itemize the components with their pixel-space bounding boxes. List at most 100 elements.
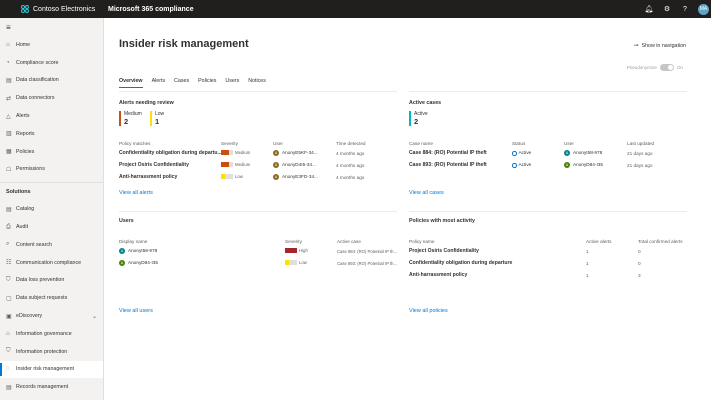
table-row[interactable]: A AnonyI58-978 High Case 884: (RO) Potentia…: [119, 245, 397, 257]
pseudonymize-toggle[interactable]: [659, 64, 674, 71]
table-row[interactable]: Case 884: (RO) Potential IP theft Active A…: [409, 147, 687, 159]
column-header[interactable]: Severity: [285, 239, 337, 244]
sidebar-item-communication-compliance[interactable]: ☷ Communication compliance: [0, 254, 103, 272]
severity-label: Medium: [235, 162, 251, 168]
column-header[interactable]: Policy matches: [119, 141, 221, 146]
app-name[interactable]: Microsoft 365 compliance: [108, 6, 194, 13]
sidebar-item-records-management[interactable]: ▤ Records management: [0, 378, 103, 396]
sidebar-item-data-loss-prevention[interactable]: ⛉ Data loss prevention: [0, 272, 103, 290]
table-row[interactable]: A AnonyD84-I35 Low Case 893: (RO) Potential…: [119, 257, 397, 269]
chevron-down-icon[interactable]: ⌄: [92, 313, 97, 320]
view-all-alerts-link[interactable]: View all alerts: [119, 190, 153, 196]
column-header[interactable]: User: [564, 141, 627, 146]
tab-cases[interactable]: Cases: [174, 78, 189, 88]
severity-indicator: Medium: [221, 162, 250, 167]
tab-overview[interactable]: Overview: [119, 78, 143, 88]
display-name-cell[interactable]: A AnonyI58-978: [119, 248, 285, 254]
time-detected: 4 months ago: [336, 150, 365, 156]
sidebar-item-information-protection[interactable]: ⛉ Information protection: [0, 343, 103, 361]
alerts-table: Policy matches Severity User Time detected C…: [119, 139, 397, 183]
bell-icon[interactable]: 🔔︎: [640, 0, 658, 18]
sidebar-item-ediscovery[interactable]: ▣ eDiscovery ⌄: [0, 307, 103, 325]
insider-risk-management-icon: ◌: [6, 366, 10, 373]
view-all-cases-link[interactable]: View all cases: [409, 190, 444, 196]
sidebar-item-permissions[interactable]: ☖ Permissions: [0, 161, 103, 179]
tab-policies[interactable]: Policies: [198, 78, 216, 88]
column-header[interactable]: Active alerts: [586, 239, 638, 244]
sidebar-item-data-connectors[interactable]: ⇄ Data connectors: [0, 89, 103, 107]
column-header[interactable]: Severity: [221, 141, 273, 146]
column-header[interactable]: Policy name: [409, 239, 586, 244]
sidebar-item-label: Audit: [16, 224, 29, 231]
table-row[interactable]: Anti-harrassment policy Low A AnonyE3FD-34.…: [119, 171, 397, 183]
display-name-cell[interactable]: A AnonyD84-I35: [119, 260, 285, 266]
severity-bar: [225, 174, 229, 179]
sidebar-item-catalog[interactable]: ▤ Catalog: [0, 200, 103, 218]
sidebar-item-home[interactable]: ⌂ Home: [0, 36, 103, 54]
column-header[interactable]: Last updated: [627, 141, 687, 146]
table-row[interactable]: Case 893: (RO) Potential IP theft Active A…: [409, 159, 687, 171]
sidebar-item-label: Policies: [16, 148, 35, 155]
column-header[interactable]: User: [273, 141, 336, 146]
sidebar-item-data-classification[interactable]: ▤ Data classification: [0, 72, 103, 90]
column-header[interactable]: Total confirmed alerts: [638, 239, 687, 244]
column-header[interactable]: Status: [512, 141, 564, 146]
medium-alerts-metric[interactable]: Medium 2: [119, 111, 142, 126]
show-in-navigation-button[interactable]: ⊸ Show in navigation: [634, 42, 687, 50]
policy-name[interactable]: Anti-harrassment policy: [409, 272, 586, 278]
hamburger-icon[interactable]: ≡: [0, 18, 103, 36]
table-row[interactable]: Project Osiris Confidentiality 1 0: [409, 245, 687, 257]
content-search-icon: ⌕: [6, 241, 10, 248]
policy-match[interactable]: Confidentiality obligation during depart…: [119, 150, 221, 156]
policy-name[interactable]: Project Osiris Confidentiality: [409, 248, 586, 254]
sidebar-item-label: Data loss prevention: [16, 277, 65, 284]
column-header[interactable]: Case name: [409, 141, 512, 146]
policy-name[interactable]: Confidentiality obligation during depart…: [409, 260, 586, 266]
sidebar-item-content-search[interactable]: ⌕ Content search: [0, 236, 103, 254]
active-cases-metric[interactable]: Active 2: [409, 111, 428, 126]
column-header[interactable]: Active case: [337, 239, 397, 244]
column-header[interactable]: Time detected: [336, 141, 397, 146]
case-name[interactable]: Case 884: (RO) Potential IP theft: [409, 150, 512, 156]
active-alerts-count: 1: [586, 272, 589, 278]
sidebar-item-information-governance[interactable]: ⌂ Information governance: [0, 325, 103, 343]
gear-icon[interactable]: ⚙: [658, 0, 676, 18]
policy-match[interactable]: Project Osiris Confidentiality: [119, 162, 221, 168]
help-icon[interactable]: ?: [676, 0, 694, 18]
sidebar-item-audit[interactable]: ⎙ Audit: [0, 218, 103, 236]
table-row[interactable]: Project Osiris Confidentiality Medium A Ano…: [119, 159, 397, 171]
active-case[interactable]: Case 893: (RO) Potential IP th...: [337, 261, 397, 266]
tab-alerts[interactable]: Alerts: [152, 78, 166, 88]
sidebar-item-alerts[interactable]: △ Alerts: [0, 107, 103, 125]
user-avatar[interactable]: MA: [698, 3, 709, 15]
data-loss-prevention-icon: ⛉: [6, 276, 11, 283]
org-logo[interactable]: Contoso Electronics: [0, 0, 104, 18]
tab-notices[interactable]: Notices: [248, 78, 266, 88]
user-avatar: A: [564, 150, 570, 156]
table-row[interactable]: Anti-harrassment policy 1 3: [409, 269, 687, 281]
view-all-users-link[interactable]: View all users: [119, 308, 153, 314]
table-row[interactable]: Confidentiality obligation during depart…: [409, 257, 687, 269]
severity-bars: [285, 260, 297, 265]
user-cell: A AnonyI58-978: [564, 150, 627, 156]
low-alerts-metric[interactable]: Low 1: [150, 111, 164, 126]
column-header[interactable]: Display name: [119, 239, 285, 244]
ediscovery-icon: ▣: [6, 313, 12, 320]
sidebar-item-reports[interactable]: ▥ Reports: [0, 125, 103, 143]
sidebar-item-label: Information governance: [16, 330, 72, 337]
user-name: AnonyE5KF-34...: [282, 150, 318, 156]
tab-users[interactable]: Users: [225, 78, 239, 88]
user-cell: A AnonyE5KF-34...: [273, 150, 336, 156]
policy-match[interactable]: Anti-harrassment policy: [119, 174, 221, 180]
table-row[interactable]: Confidentiality obligation during depart…: [119, 147, 397, 159]
divider: [119, 211, 397, 212]
sidebar-item-compliance-score[interactable]: ◔ Compliance score: [0, 54, 103, 72]
sidebar-item-data-subject-requests[interactable]: ▢ Data subject requests: [0, 289, 103, 307]
severity-cell: Medium: [221, 162, 273, 168]
sidebar-item-policies[interactable]: ▦ Policies: [0, 143, 103, 161]
view-all-policies-link[interactable]: View all policies: [409, 308, 448, 314]
user-avatar: A: [273, 150, 279, 156]
active-case[interactable]: Case 884: (RO) Potential IP th...: [337, 249, 397, 254]
sidebar-item-insider-risk-management[interactable]: ◌ Insider risk management: [0, 360, 103, 379]
case-name[interactable]: Case 893: (RO) Potential IP theft: [409, 162, 512, 168]
